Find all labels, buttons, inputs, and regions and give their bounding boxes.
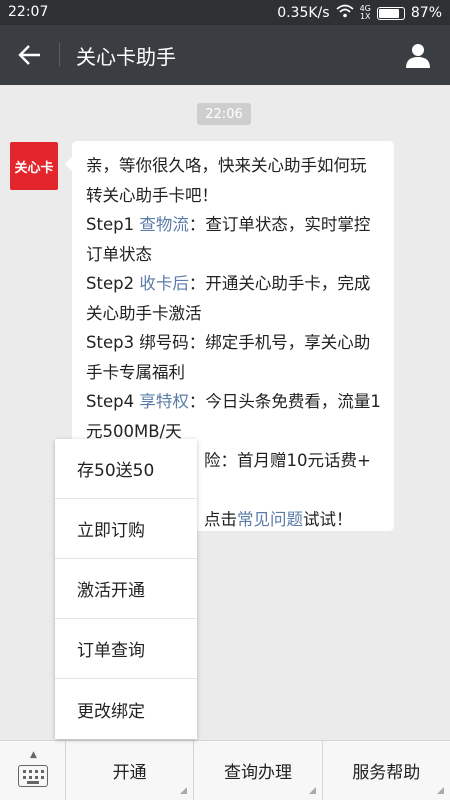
status-time: 22:07: [8, 4, 49, 20]
message-step4: Step4 享特权：今日头条免费看，流量1元500MB/天: [86, 387, 382, 446]
avatar[interactable]: 关心卡: [10, 142, 58, 190]
menu-button-query-label: 查询办理: [223, 763, 292, 783]
bottom-menu-bar: ▲ 开通 查询办理 服务帮助: [0, 740, 450, 800]
menu-button-query[interactable]: 查询办理: [194, 741, 323, 800]
step4-link[interactable]: 享特权: [139, 392, 189, 411]
popup-menu: 存50送50 立即订购 激活开通 订单查询 更改绑定: [55, 439, 197, 739]
page-title: 关心卡助手: [76, 45, 176, 69]
submenu-indicator-icon: [180, 787, 188, 794]
menu-button-activate-label: 开通: [112, 763, 147, 783]
message-step1: Step1 查物流：查订单状态，实时掌控订单状态: [86, 210, 382, 269]
menu-item-order-query[interactable]: 订单查询: [55, 619, 197, 679]
footer-prefix: 点击: [204, 510, 237, 529]
menu-button-help-label: 服务帮助: [352, 763, 421, 783]
submenu-indicator-icon: [436, 787, 444, 794]
battery-fill: [378, 8, 399, 18]
menu-button-activate[interactable]: 开通: [66, 741, 195, 800]
message-intro: 亲，等你很久咯，快来关心助手如何玩转关心助手卡吧！: [86, 156, 367, 205]
status-bar: 22:07 0.35K/s 4G 1X 87%: [0, 0, 450, 25]
battery-icon: [376, 6, 405, 20]
keyboard-toggle-button[interactable]: ▲: [0, 741, 66, 800]
person-icon: [406, 44, 430, 68]
keyboard-icon: [17, 764, 48, 787]
title-divider: [59, 43, 60, 67]
message-timestamp: 22:06: [197, 103, 251, 125]
menu-item-activate[interactable]: 激活开通: [55, 559, 197, 619]
menu-item-change-binding[interactable]: 更改绑定: [55, 679, 197, 739]
menu-item-deposit-offer[interactable]: 存50送50: [55, 439, 197, 499]
network-speed: 0.35K/s: [277, 5, 330, 21]
step1-prefix: Step1: [86, 215, 140, 234]
footer-suffix: 试试！: [303, 510, 353, 529]
battery-percent: 87%: [410, 5, 442, 21]
signal-label-1x: 1X: [359, 12, 371, 21]
signal-indicator: 4G 1X: [360, 5, 371, 21]
wifi-icon: [335, 4, 354, 22]
back-arrow-icon: [18, 45, 40, 65]
step1-link[interactable]: 查物流: [139, 215, 189, 234]
message-step2: Step2 收卡后：开通关心助手卡，完成关心助手卡激活: [86, 269, 382, 328]
status-indicators: 0.35K/s 4G 1X 87%: [277, 4, 442, 22]
back-button[interactable]: [12, 37, 48, 73]
caret-up-icon: ▲: [30, 750, 37, 760]
menu-item-order-now[interactable]: 立即订购: [55, 499, 197, 559]
avatar-label: 关心卡: [14, 160, 54, 176]
step2-link[interactable]: 收卡后: [139, 274, 189, 293]
profile-button[interactable]: [400, 37, 436, 73]
step4-prefix: Step4: [86, 392, 140, 411]
faq-link[interactable]: 常见问题: [237, 510, 303, 529]
menu-button-help[interactable]: 服务帮助: [323, 741, 450, 800]
submenu-indicator-icon: [308, 787, 316, 794]
title-bar: 关心卡助手: [0, 25, 450, 85]
step2-prefix: Step2: [86, 274, 140, 293]
message-step3: Step3 绑号码：绑定手机号，享关心助手卡专属福利: [86, 333, 371, 382]
